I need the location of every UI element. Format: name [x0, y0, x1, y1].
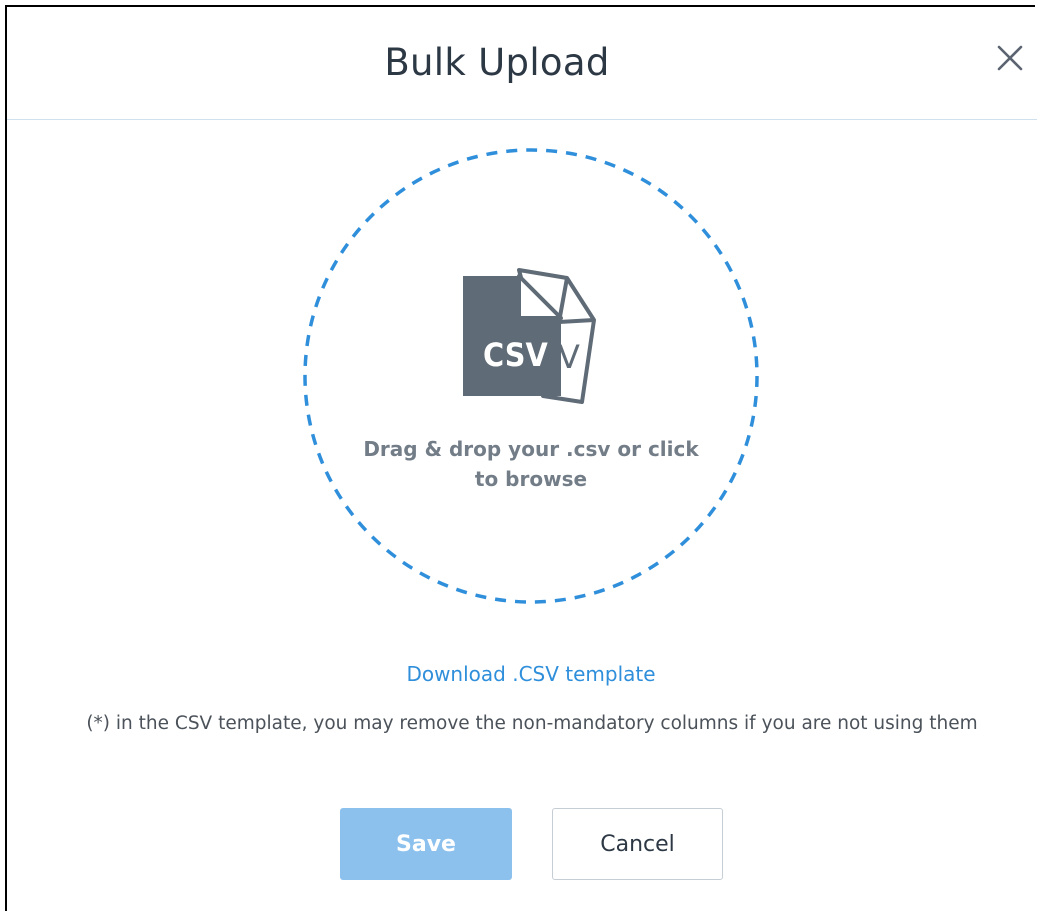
- close-button[interactable]: [994, 42, 1026, 74]
- download-template-link[interactable]: Download .CSV template: [7, 662, 1043, 686]
- dialog-title: Bulk Upload: [384, 41, 610, 84]
- bulk-upload-dialog: Bulk Upload V CSV Drag & drop your .csv …: [5, 5, 1037, 911]
- save-button[interactable]: Save: [340, 808, 512, 880]
- cancel-button[interactable]: Cancel: [552, 808, 723, 880]
- dialog-header: Bulk Upload: [7, 7, 1037, 120]
- csv-dropzone[interactable]: V CSV Drag & drop your .csv or click to …: [303, 148, 759, 604]
- close-icon: [997, 45, 1023, 71]
- dropzone-instruction: Drag & drop your .csv or click to browse: [363, 437, 699, 491]
- template-note: (*) in the CSV template, you may remove …: [86, 713, 978, 734]
- csv-icon-back-letter: V: [558, 338, 580, 376]
- csv-icon-label: CSV: [483, 336, 548, 374]
- csv-file-icon: V CSV: [463, 268, 596, 404]
